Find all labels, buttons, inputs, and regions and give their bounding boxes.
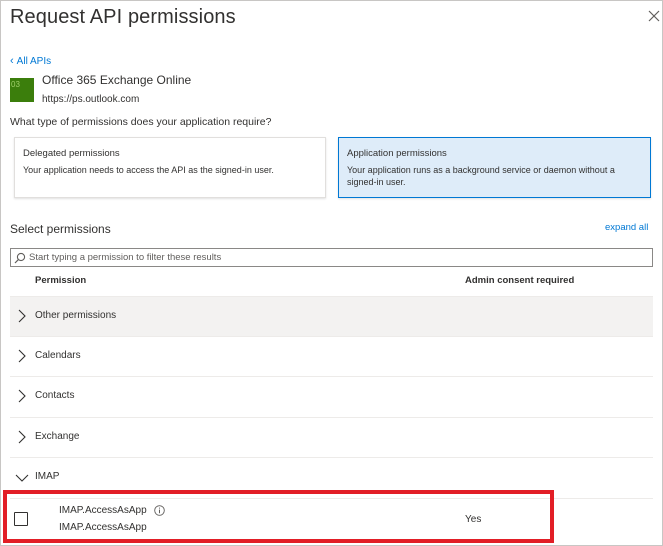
request-api-permissions-panel: Request API permissions ‹ All APIs 03 Off… <box>0 0 663 546</box>
permission-type-question: What type of permissions does your appli… <box>10 116 272 128</box>
all-apis-label: All APIs <box>16 56 52 67</box>
page-title: Request API permissions <box>10 6 236 28</box>
all-apis-link[interactable]: ‹ All APIs <box>10 55 51 67</box>
group-row-imap[interactable]: IMAP <box>10 457 653 497</box>
permission-row-imap-accessasapp: IMAP.AccessAsApp IMAP.AccessAsApp Yes <box>10 498 653 543</box>
expand-all-link[interactable]: expand all <box>605 222 648 233</box>
permission-description: IMAP.AccessAsApp <box>59 522 147 533</box>
chevron-right-icon <box>18 309 26 323</box>
api-logo-tile: 03 <box>10 78 34 102</box>
admin-consent-value: Yes <box>465 514 482 525</box>
permission-filter[interactable] <box>10 248 653 267</box>
search-icon <box>14 252 26 264</box>
permission-checkbox[interactable] <box>14 512 28 526</box>
api-url: https://ps.outlook.com <box>42 94 140 105</box>
group-row-contacts[interactable]: Contacts <box>10 376 653 416</box>
permission-filter-input[interactable] <box>29 249 629 266</box>
group-label: IMAP <box>35 471 60 482</box>
chevron-down-icon <box>15 474 29 482</box>
group-row-other-permissions[interactable]: Other permissions <box>10 296 653 336</box>
info-icon[interactable] <box>154 505 165 516</box>
close-icon[interactable] <box>647 9 661 23</box>
group-label: Exchange <box>35 431 80 442</box>
chevron-right-icon <box>18 349 26 363</box>
permission-name: IMAP.AccessAsApp <box>59 505 147 516</box>
application-permissions-card[interactable]: Application permissions Your application… <box>338 137 651 198</box>
card-title: Application permissions <box>347 148 447 159</box>
group-label: Contacts <box>35 390 75 401</box>
group-row-exchange[interactable]: Exchange <box>10 417 653 457</box>
delegated-permissions-card[interactable]: Delegated permissions Your application n… <box>14 137 326 198</box>
group-label: Other permissions <box>35 310 117 321</box>
group-label: Calendars <box>35 350 81 361</box>
chevron-right-icon <box>18 430 26 444</box>
card-title: Delegated permissions <box>23 148 120 159</box>
select-permissions-heading: Select permissions <box>10 222 111 236</box>
group-row-calendars[interactable]: Calendars <box>10 336 653 376</box>
column-header-admin-consent: Admin consent required <box>465 275 575 286</box>
card-description: Your application runs as a background se… <box>347 165 615 187</box>
chevron-left-icon: ‹ <box>10 55 14 67</box>
api-name: Office 365 Exchange Online <box>42 73 192 87</box>
card-description: Your application needs to access the API… <box>23 165 274 175</box>
column-header-permission: Permission <box>35 275 87 286</box>
chevron-right-icon <box>18 389 26 403</box>
